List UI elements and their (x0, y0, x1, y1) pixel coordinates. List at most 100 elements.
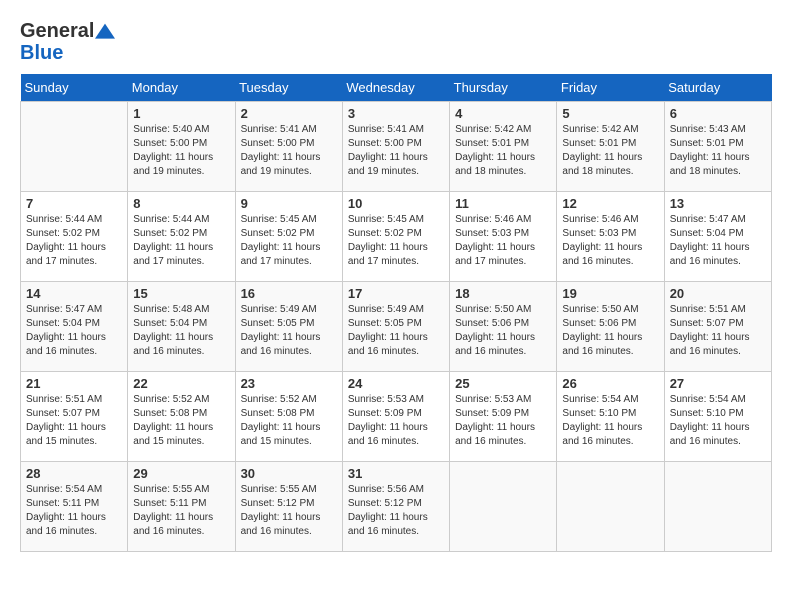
weekday-header-wednesday: Wednesday (342, 74, 449, 102)
day-number: 14 (26, 286, 122, 301)
day-info: Sunrise: 5:42 AMSunset: 5:01 PMDaylight:… (562, 123, 658, 179)
day-number: 17 (348, 286, 444, 301)
day-info: Sunrise: 5:49 AMSunset: 5:05 PMDaylight:… (241, 303, 337, 359)
page-header: GeneralBlue (20, 20, 772, 64)
calendar-cell: 19 Sunrise: 5:50 AMSunset: 5:06 PMDayligh… (557, 282, 664, 372)
logo: GeneralBlue (20, 20, 116, 64)
day-number: 13 (670, 196, 766, 211)
day-number: 8 (133, 196, 229, 211)
day-info: Sunrise: 5:55 AMSunset: 5:12 PMDaylight:… (241, 483, 337, 539)
day-number: 28 (26, 466, 122, 481)
calendar-cell: 12 Sunrise: 5:46 AMSunset: 5:03 PMDayligh… (557, 192, 664, 282)
day-info: Sunrise: 5:44 AMSunset: 5:02 PMDaylight:… (133, 213, 229, 269)
day-number: 27 (670, 376, 766, 391)
calendar-cell (664, 462, 771, 552)
day-number: 21 (26, 376, 122, 391)
day-info: Sunrise: 5:54 AMSunset: 5:10 PMDaylight:… (670, 393, 766, 449)
calendar-cell: 8 Sunrise: 5:44 AMSunset: 5:02 PMDaylight… (128, 192, 235, 282)
day-number: 30 (241, 466, 337, 481)
day-number: 6 (670, 106, 766, 121)
calendar-cell: 24 Sunrise: 5:53 AMSunset: 5:09 PMDayligh… (342, 372, 449, 462)
day-info: Sunrise: 5:42 AMSunset: 5:01 PMDaylight:… (455, 123, 551, 179)
calendar-cell: 15Sunrise: 5:48 AMSunset: 5:04 PMDayligh… (128, 282, 235, 372)
weekday-header-thursday: Thursday (450, 74, 557, 102)
calendar-cell: 14 Sunrise: 5:47 AMSunset: 5:04 PMDayligh… (21, 282, 128, 372)
day-info: Sunrise: 5:53 AMSunset: 5:09 PMDaylight:… (455, 393, 551, 449)
calendar-cell: 3 Sunrise: 5:41 AMSunset: 5:00 PMDaylight… (342, 102, 449, 192)
day-info: Sunrise: 5:50 AMSunset: 5:06 PMDaylight:… (562, 303, 658, 359)
day-number: 24 (348, 376, 444, 391)
day-number: 23 (241, 376, 337, 391)
day-info: Sunrise: 5:41 AMSunset: 5:00 PMDaylight:… (241, 123, 337, 179)
weekday-header-sunday: Sunday (21, 74, 128, 102)
calendar-cell: 18 Sunrise: 5:50 AMSunset: 5:06 PMDayligh… (450, 282, 557, 372)
day-info: Sunrise: 5:41 AMSunset: 5:00 PMDaylight:… (348, 123, 444, 179)
calendar-cell: 9 Sunrise: 5:45 AMSunset: 5:02 PMDaylight… (235, 192, 342, 282)
day-info: Sunrise: 5:45 AMSunset: 5:02 PMDaylight:… (241, 213, 337, 269)
day-number: 10 (348, 196, 444, 211)
calendar-cell: 31Sunrise: 5:56 AMSunset: 5:12 PMDayligh… (342, 462, 449, 552)
day-info: Sunrise: 5:45 AMSunset: 5:02 PMDaylight:… (348, 213, 444, 269)
day-info: Sunrise: 5:51 AMSunset: 5:07 PMDaylight:… (26, 393, 122, 449)
day-number: 7 (26, 196, 122, 211)
calendar-cell: 4 Sunrise: 5:42 AMSunset: 5:01 PMDaylight… (450, 102, 557, 192)
calendar-cell: 1 Sunrise: 5:40 AMSunset: 5:00 PMDaylight… (128, 102, 235, 192)
day-info: Sunrise: 5:56 AMSunset: 5:12 PMDaylight:… (348, 483, 444, 539)
day-number: 18 (455, 286, 551, 301)
calendar-cell: 21 Sunrise: 5:51 AMSunset: 5:07 PMDayligh… (21, 372, 128, 462)
calendar-cell: 2Sunrise: 5:41 AMSunset: 5:00 PMDaylight… (235, 102, 342, 192)
calendar-cell: 29 Sunrise: 5:55 AMSunset: 5:11 PMDayligh… (128, 462, 235, 552)
day-info: Sunrise: 5:54 AMSunset: 5:11 PMDaylight:… (26, 483, 122, 539)
day-info: Sunrise: 5:44 AMSunset: 5:02 PMDaylight:… (26, 213, 122, 269)
day-number: 4 (455, 106, 551, 121)
calendar-table: SundayMondayTuesdayWednesdayThursdayFrid… (20, 74, 772, 552)
logo-text: GeneralBlue (20, 20, 116, 64)
day-number: 22 (133, 376, 229, 391)
day-info: Sunrise: 5:53 AMSunset: 5:09 PMDaylight:… (348, 393, 444, 449)
day-number: 19 (562, 286, 658, 301)
calendar-cell: 10 Sunrise: 5:45 AMSunset: 5:02 PMDayligh… (342, 192, 449, 282)
day-number: 16 (241, 286, 337, 301)
day-info: Sunrise: 5:40 AMSunset: 5:00 PMDaylight:… (133, 123, 229, 179)
calendar-cell: 17Sunrise: 5:49 AMSunset: 5:05 PMDayligh… (342, 282, 449, 372)
day-info: Sunrise: 5:46 AMSunset: 5:03 PMDaylight:… (455, 213, 551, 269)
calendar-cell (557, 462, 664, 552)
calendar-cell: 28 Sunrise: 5:54 AMSunset: 5:11 PMDayligh… (21, 462, 128, 552)
day-number: 15 (133, 286, 229, 301)
day-number: 25 (455, 376, 551, 391)
calendar-cell: 25 Sunrise: 5:53 AMSunset: 5:09 PMDayligh… (450, 372, 557, 462)
calendar-cell: 6 Sunrise: 5:43 AMSunset: 5:01 PMDaylight… (664, 102, 771, 192)
day-number: 1 (133, 106, 229, 121)
calendar-cell: 16 Sunrise: 5:49 AMSunset: 5:05 PMDayligh… (235, 282, 342, 372)
calendar-cell: 5 Sunrise: 5:42 AMSunset: 5:01 PMDaylight… (557, 102, 664, 192)
calendar-cell: 20 Sunrise: 5:51 AMSunset: 5:07 PMDayligh… (664, 282, 771, 372)
calendar-cell: 11 Sunrise: 5:46 AMSunset: 5:03 PMDayligh… (450, 192, 557, 282)
weekday-header-saturday: Saturday (664, 74, 771, 102)
day-info: Sunrise: 5:47 AMSunset: 5:04 PMDaylight:… (26, 303, 122, 359)
day-number: 12 (562, 196, 658, 211)
day-number: 20 (670, 286, 766, 301)
calendar-cell: 13Sunrise: 5:47 AMSunset: 5:04 PMDayligh… (664, 192, 771, 282)
day-info: Sunrise: 5:52 AMSunset: 5:08 PMDaylight:… (241, 393, 337, 449)
day-number: 26 (562, 376, 658, 391)
day-info: Sunrise: 5:43 AMSunset: 5:01 PMDaylight:… (670, 123, 766, 179)
calendar-cell: 26 Sunrise: 5:54 AMSunset: 5:10 PMDayligh… (557, 372, 664, 462)
calendar-cell: 7 Sunrise: 5:44 AMSunset: 5:02 PMDaylight… (21, 192, 128, 282)
day-number: 9 (241, 196, 337, 211)
calendar-cell: 27 Sunrise: 5:54 AMSunset: 5:10 PMDayligh… (664, 372, 771, 462)
calendar-cell: 23 Sunrise: 5:52 AMSunset: 5:08 PMDayligh… (235, 372, 342, 462)
weekday-header-monday: Monday (128, 74, 235, 102)
day-number: 11 (455, 196, 551, 211)
day-info: Sunrise: 5:52 AMSunset: 5:08 PMDaylight:… (133, 393, 229, 449)
day-info: Sunrise: 5:50 AMSunset: 5:06 PMDaylight:… (455, 303, 551, 359)
day-info: Sunrise: 5:46 AMSunset: 5:03 PMDaylight:… (562, 213, 658, 269)
day-info: Sunrise: 5:55 AMSunset: 5:11 PMDaylight:… (133, 483, 229, 539)
day-number: 29 (133, 466, 229, 481)
calendar-cell (450, 462, 557, 552)
day-number: 5 (562, 106, 658, 121)
calendar-cell (21, 102, 128, 192)
day-info: Sunrise: 5:51 AMSunset: 5:07 PMDaylight:… (670, 303, 766, 359)
weekday-header-friday: Friday (557, 74, 664, 102)
day-number: 3 (348, 106, 444, 121)
day-info: Sunrise: 5:54 AMSunset: 5:10 PMDaylight:… (562, 393, 658, 449)
